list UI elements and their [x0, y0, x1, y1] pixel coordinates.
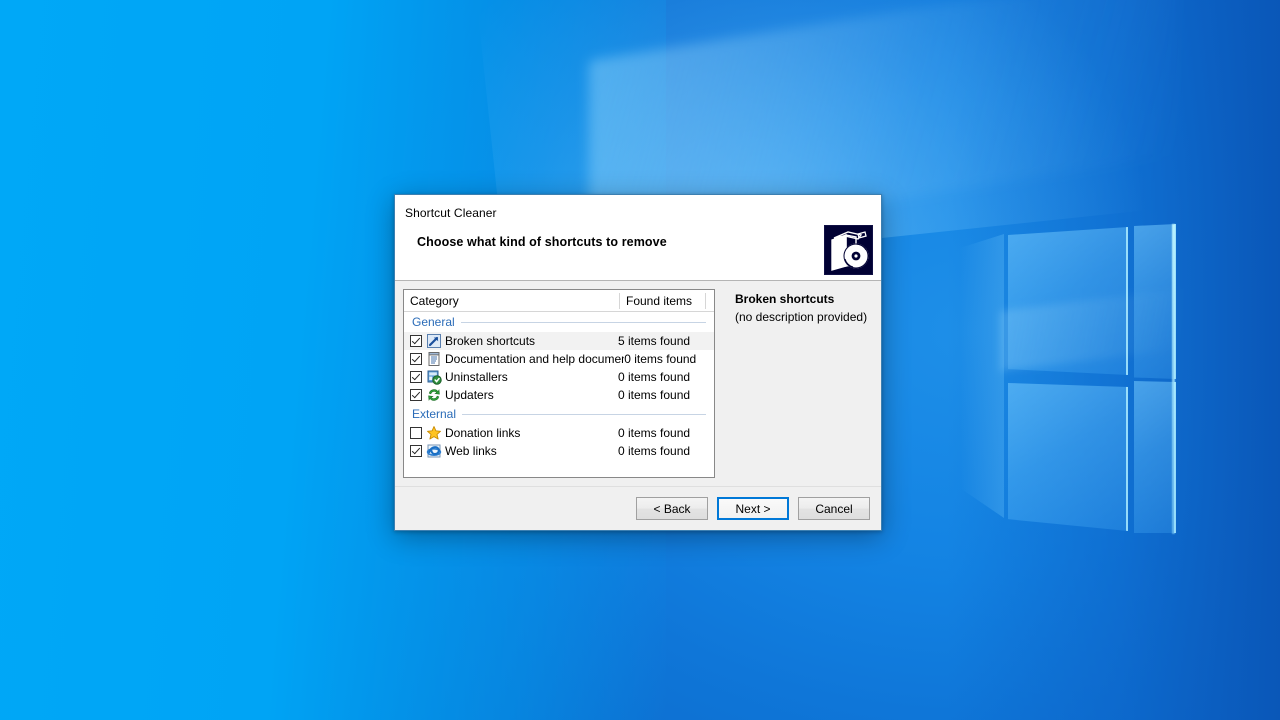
row-label: Updaters	[445, 388, 494, 402]
window-title: Shortcut Cleaner	[405, 206, 497, 220]
uninstaller-icon	[426, 369, 442, 385]
software-box-cd-icon	[824, 225, 873, 275]
row-count: 0 items found	[618, 426, 691, 440]
row-count: 0 items found	[624, 352, 697, 366]
group-header-general: General	[404, 312, 714, 332]
list-column-headers: Category Found items	[404, 290, 714, 312]
windows-logo-left-fade	[960, 234, 1004, 518]
table-row[interactable]: Uninstallers 0 items found	[404, 368, 714, 386]
row-count: 0 items found	[618, 444, 691, 458]
row-label: Web links	[445, 444, 497, 458]
row-label: Donation links	[445, 426, 521, 440]
dialog-footer: < Back Next > Cancel	[395, 486, 881, 530]
table-row[interactable]: Donation links 0 items found	[404, 424, 714, 442]
web-link-browser-icon	[426, 443, 442, 459]
category-list[interactable]: Category Found items General Broken shor…	[403, 289, 715, 478]
column-header-found-items[interactable]: Found items	[619, 292, 705, 309]
donation-star-icon	[426, 425, 442, 441]
group-label: External	[412, 407, 457, 421]
column-header-category[interactable]: Category	[404, 294, 619, 308]
group-header-external: External	[404, 404, 714, 424]
group-rule	[460, 321, 706, 323]
next-button[interactable]: Next >	[717, 497, 789, 520]
row-checkbox-updaters[interactable]	[410, 389, 422, 401]
document-help-icon	[426, 351, 442, 367]
description-panel: Broken shortcuts (no description provide…	[724, 289, 873, 478]
table-row[interactable]: Updaters 0 items found	[404, 386, 714, 404]
updater-refresh-icon	[426, 387, 442, 403]
broken-shortcut-arrow-icon	[426, 333, 442, 349]
back-button[interactable]: < Back	[636, 497, 708, 520]
dialog-body: Category Found items General Broken shor…	[395, 281, 881, 486]
windows-logo-pane-bottom-left	[1008, 383, 1128, 531]
column-header-spacer	[705, 292, 714, 309]
row-label: Uninstallers	[445, 370, 508, 384]
description-text: (no description provided)	[735, 310, 868, 324]
row-count: 0 items found	[618, 370, 691, 384]
table-row[interactable]: Web links 0 items found	[404, 442, 714, 460]
description-title: Broken shortcuts	[735, 292, 835, 306]
dialog-header: Shortcut Cleaner Choose what kind of sho…	[395, 195, 881, 281]
row-checkbox-documentation[interactable]	[410, 353, 422, 365]
row-count: 0 items found	[618, 388, 691, 402]
shortcut-cleaner-dialog: Shortcut Cleaner Choose what kind of sho…	[394, 194, 882, 531]
table-row[interactable]: Broken shortcuts 5 items found	[404, 332, 714, 350]
table-row[interactable]: Documentation and help documents 0 items…	[404, 350, 714, 368]
row-label: Documentation and help documents	[445, 352, 625, 366]
row-checkbox-broken-shortcuts[interactable]	[410, 335, 422, 347]
windows-logo-edge-highlight	[1172, 224, 1175, 534]
group-label: General	[412, 315, 455, 329]
page-heading: Choose what kind of shortcuts to remove	[417, 235, 667, 249]
group-rule	[462, 413, 706, 415]
windows-logo-pane-bottom-right	[1134, 381, 1176, 533]
cancel-button[interactable]: Cancel	[798, 497, 870, 520]
row-label: Broken shortcuts	[445, 334, 536, 348]
row-count: 5 items found	[618, 334, 691, 348]
row-checkbox-uninstallers[interactable]	[410, 371, 422, 383]
row-checkbox-web-links[interactable]	[410, 445, 422, 457]
row-checkbox-donation-links[interactable]	[410, 427, 422, 439]
